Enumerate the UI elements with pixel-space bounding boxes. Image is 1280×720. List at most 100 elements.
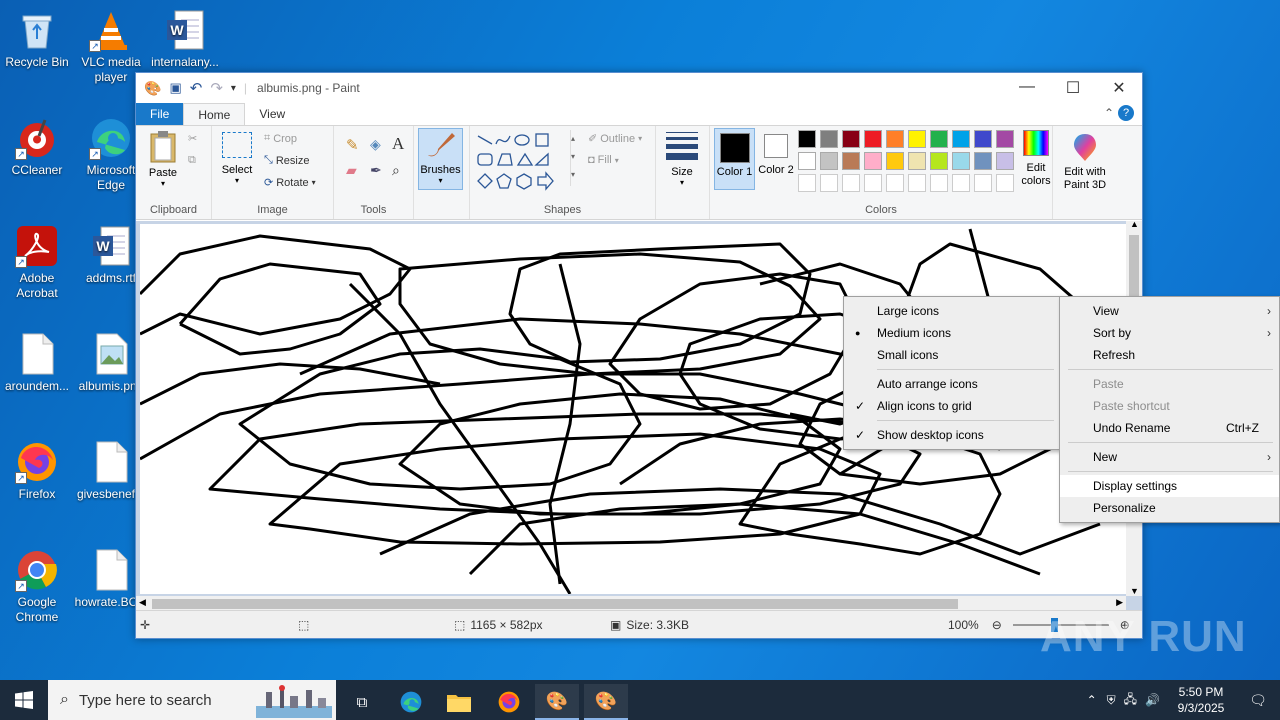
edit-colors-button[interactable]: Edit colors [1016,130,1056,188]
color-swatch[interactable] [996,130,1014,148]
security-icon[interactable]: ⛨ [1107,693,1116,708]
color-swatch[interactable] [820,174,838,192]
menu-item-small-icons[interactable]: Small icons [844,344,1060,366]
scroll-right-icon[interactable]: ▶ [1116,597,1123,608]
desktop-icon-firefox[interactable]: ↗ Firefox [0,440,74,502]
start-button[interactable] [0,680,48,720]
color-swatch[interactable] [930,130,948,148]
taskbar-paint-1[interactable]: 🎨 [535,684,579,720]
menu-item-paste-shortcut[interactable]: Paste shortcut [1060,395,1279,417]
color-swatch[interactable] [820,152,838,170]
desktop-icon-ccleaner[interactable]: ↗ CCleaner [0,116,74,178]
network-icon[interactable]: 🖧 [1124,690,1137,711]
menu-item-medium-icons[interactable]: ● Medium icons [844,322,1060,344]
maximize-button[interactable]: ☐ [1050,78,1096,98]
paste-button[interactable]: Paste ▾ [144,130,182,188]
color-swatch[interactable] [996,174,1014,192]
color-swatch[interactable] [974,130,992,148]
color-swatch[interactable] [842,130,860,148]
rotate-button[interactable]: ⟳ Rotate ▾ [264,176,316,190]
redo-icon[interactable]: ↷ [210,79,223,97]
shapes-gallery[interactable] [474,130,570,194]
color-swatch[interactable] [974,174,992,192]
color1-button[interactable]: Color 1 [714,128,755,190]
task-view-button[interactable]: ⧉ [340,684,384,720]
volume-icon[interactable]: 🔊 [1145,693,1160,707]
show-hidden-icons[interactable]: ⌃ [1087,693,1097,707]
fill-button[interactable]: ◘ Fill ▾ [588,154,619,166]
customize-toolbar-icon[interactable]: ▾ [231,83,236,94]
color-swatch[interactable] [798,130,816,148]
scroll-up-icon[interactable]: ▲ [1130,219,1139,229]
menu-item-display-settings[interactable]: Display settings [1060,475,1279,497]
color-swatch[interactable] [864,174,882,192]
title-bar[interactable]: 🎨 ▣ ↶ ↷ ▾ | albumis.png - Paint — ☐ ✕ [136,73,1142,103]
color2-button[interactable]: Color 2 [756,128,796,190]
menu-item-undo-rename[interactable]: Undo Rename Ctrl+Z [1060,417,1279,439]
taskbar-edge[interactable] [389,684,433,720]
color-swatch[interactable] [974,152,992,170]
menu-item-large-icons[interactable]: Large icons [844,300,1060,322]
scroll-down-icon[interactable]: ▼ [1130,586,1139,596]
menu-item-show-desktop-icons[interactable]: ✓ Show desktop icons [844,424,1060,446]
color-swatch[interactable] [798,174,816,192]
tab-home[interactable]: Home [183,103,246,125]
brushes-button[interactable]: Brushes ▾ [418,128,463,190]
color-swatch[interactable] [952,174,970,192]
color-swatch[interactable] [886,152,904,170]
color-swatch[interactable] [952,152,970,170]
color-swatch[interactable] [908,152,926,170]
horizontal-scrollbar[interactable]: ◀ ▶ [136,596,1126,611]
cut-icon[interactable]: ✂ [188,132,197,145]
outline-button[interactable]: ✐ Outline ▾ [588,132,642,146]
color-swatch[interactable] [930,152,948,170]
color-swatch[interactable] [842,152,860,170]
menu-item-sort-by[interactable]: Sort by › [1060,322,1279,344]
taskbar-file-explorer[interactable] [437,684,481,720]
vertical-scroll-thumb[interactable] [1129,235,1139,297]
scroll-left-icon[interactable]: ◀ [139,597,146,608]
taskbar-firefox[interactable] [487,684,531,720]
color-swatch[interactable] [886,130,904,148]
crop-button[interactable]: ⌗ Crop [264,132,297,145]
shapes-scroll[interactable]: ▴ ▾ ▾ [570,130,580,186]
color-swatch[interactable] [886,174,904,192]
color-swatch[interactable] [908,174,926,192]
help-icon[interactable]: ? [1118,105,1134,121]
menu-item-paste[interactable]: Paste [1060,373,1279,395]
color-swatch[interactable] [864,152,882,170]
tab-view[interactable]: View [245,103,299,125]
color-swatch[interactable] [842,174,860,192]
menu-item-refresh[interactable]: Refresh [1060,344,1279,366]
taskbar-paint-2[interactable]: 🎨 [584,684,628,720]
size-button[interactable]: Size ▾ [664,132,700,187]
color-swatch[interactable] [930,174,948,192]
color-swatch[interactable] [798,152,816,170]
notification-icon[interactable]: 🗨 [1236,692,1280,709]
color-swatch[interactable] [820,130,838,148]
undo-icon[interactable]: ↶ [190,79,203,97]
desktop-icon-internalany[interactable]: W internalany... [148,8,222,70]
taskbar-search[interactable]: ⌕ Type here to search [48,680,336,720]
select-button[interactable]: Select ▾ [218,132,256,185]
resize-button[interactable]: ⤡ Resize [264,154,309,167]
desktop-icon-aroundem[interactable]: aroundem... [0,332,74,394]
menu-item-new[interactable]: New › [1060,446,1279,468]
edit-with-paint3d-button[interactable]: Edit with Paint 3D [1057,132,1113,192]
menu-item-view[interactable]: View › [1060,300,1279,322]
pencil-icon[interactable]: ✎ [346,136,359,154]
zoom-out-icon[interactable]: ⊖ [992,618,1002,632]
color-swatch[interactable] [996,152,1014,170]
text-icon[interactable]: A [392,134,404,154]
desktop-icon-recycle-bin[interactable]: Recycle Bin [0,8,74,70]
color-swatch[interactable] [952,130,970,148]
fill-bucket-icon[interactable]: ◈ [370,136,381,153]
eraser-icon[interactable]: ▰ [346,162,357,179]
menu-item-align-to-grid[interactable]: ✓ Align icons to grid [844,395,1060,417]
color-picker-icon[interactable]: ✒ [370,162,382,179]
minimize-button[interactable]: — [1004,78,1050,98]
horizontal-scroll-thumb[interactable] [152,599,958,609]
desktop-icon-acrobat[interactable]: ↗ Adobe Acrobat [0,224,74,301]
color-swatch[interactable] [908,130,926,148]
color-swatch[interactable] [864,130,882,148]
